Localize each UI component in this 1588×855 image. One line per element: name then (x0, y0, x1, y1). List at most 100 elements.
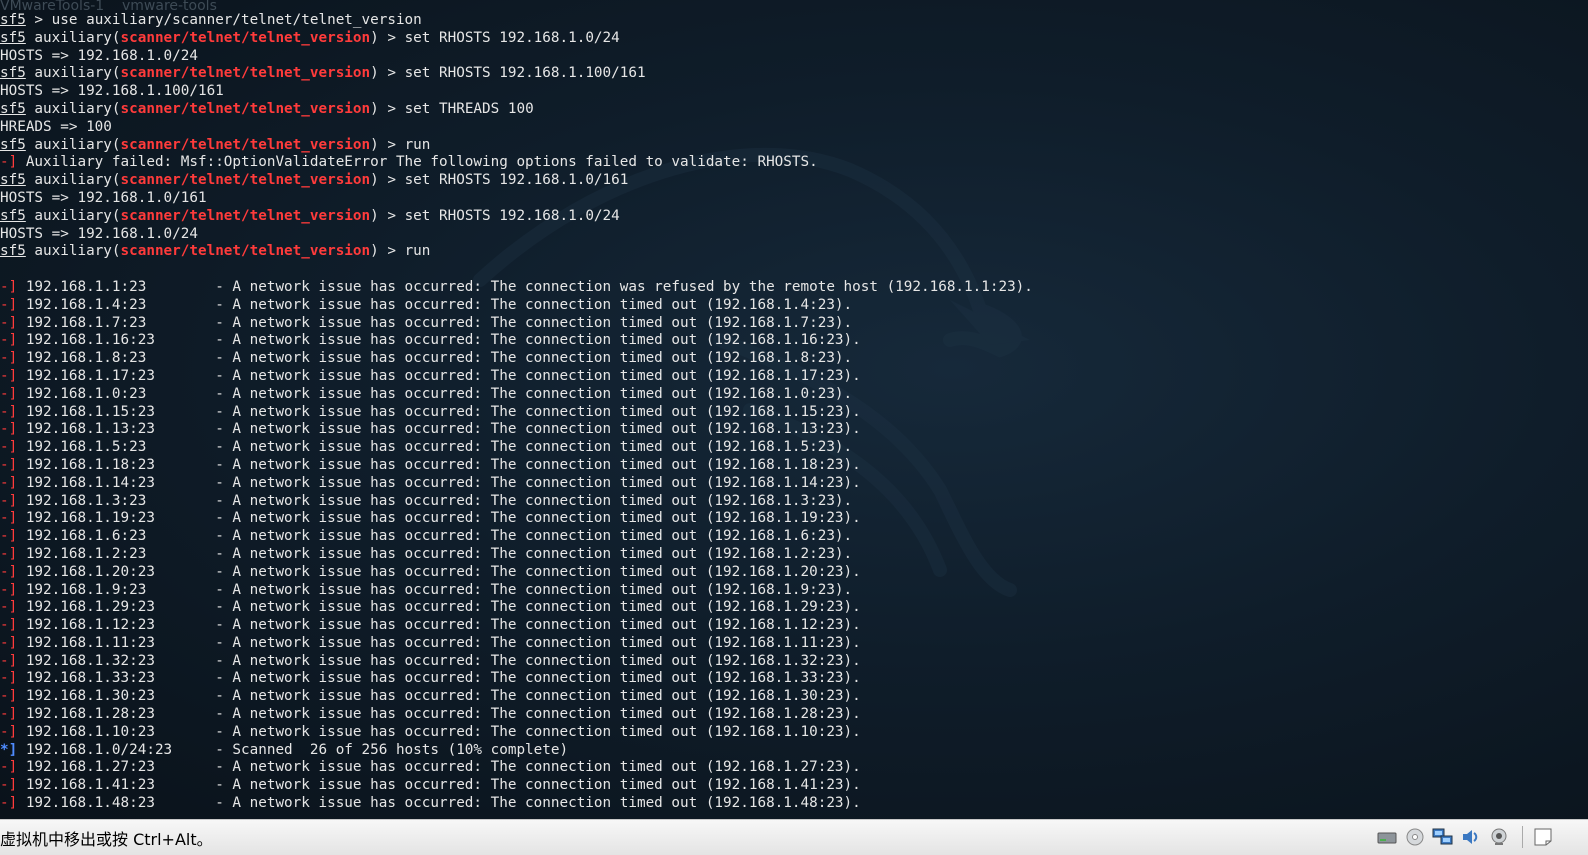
line-text: auxiliary( (25, 65, 121, 82)
prompt-prefix: sf5 (0, 243, 26, 260)
error-marker: -] (0, 670, 18, 687)
line-text: ) > run (370, 243, 431, 260)
terminal-line: -] 192.168.1.15:23 - A network issue has… (0, 404, 1033, 422)
terminal-line: -] 192.168.1.9:23 - A network issue has … (0, 582, 1033, 600)
line-text: 192.168.1.2:23 - A network issue has occ… (17, 545, 853, 562)
terminal-line: -] Auxiliary failed: Msf::OptionValidate… (0, 154, 1033, 172)
error-marker: -] (0, 777, 18, 794)
error-marker: -] (0, 367, 18, 384)
module-name: scanner/telnet/telnet_version (120, 136, 371, 153)
line-text: HOSTS => 192.168.1.0/161 (0, 189, 207, 206)
line-text: auxiliary( (25, 29, 121, 46)
vm-status-bar: 虚拟机中移出或按 Ctrl+Alt。 (0, 819, 1588, 855)
terminal-line: -] 192.168.1.32:23 - A network issue has… (0, 653, 1033, 671)
terminal-line: -] 192.168.1.14:23 - A network issue has… (0, 475, 1033, 493)
error-marker: -] (0, 492, 18, 509)
module-name: scanner/telnet/telnet_version (120, 207, 371, 224)
error-marker: -] (0, 474, 18, 491)
error-marker: -] (0, 528, 18, 545)
line-text: 192.168.1.11:23 - A network issue has oc… (17, 634, 861, 651)
line-text: HOSTS => 192.168.1.0/24 (0, 225, 198, 242)
error-marker: -] (0, 154, 18, 171)
line-text: 192.168.1.16:23 - A network issue has oc… (17, 332, 861, 349)
error-marker: -] (0, 350, 18, 367)
error-marker: -] (0, 617, 18, 634)
terminal-line: sf5 auxiliary(scanner/telnet/telnet_vers… (0, 172, 1033, 190)
line-text: 192.168.1.17:23 - A network issue has oc… (17, 367, 861, 384)
terminal-line: -] 192.168.1.28:23 - A network issue has… (0, 706, 1033, 724)
line-text: auxiliary( (25, 136, 121, 153)
error-marker: -] (0, 634, 18, 651)
prompt-prefix: sf5 (0, 136, 26, 153)
line-text: ) > set RHOSTS 192.168.1.0/24 (370, 207, 620, 224)
line-text: 192.168.1.48:23 - A network issue has oc… (17, 795, 861, 812)
terminal-line: -] 192.168.1.17:23 - A network issue has… (0, 368, 1033, 386)
line-text: 192.168.1.0/24:23 - Scanned 26 of 256 ho… (17, 741, 569, 758)
error-marker: -] (0, 581, 18, 598)
prompt-prefix: sf5 (0, 172, 26, 189)
hard-disk-icon[interactable] (1376, 827, 1398, 847)
error-marker: -] (0, 510, 18, 527)
terminal-line: sf5 auxiliary(scanner/telnet/telnet_vers… (0, 137, 1033, 155)
error-marker: -] (0, 652, 18, 669)
line-text: 192.168.1.1:23 - A network issue has occ… (17, 278, 1033, 295)
line-text: ) > set RHOSTS 192.168.1.0/24 (370, 29, 620, 46)
prompt-prefix: sf5 (0, 65, 26, 82)
terminal-line: sf5 auxiliary(scanner/telnet/telnet_vers… (0, 101, 1033, 119)
prompt-prefix: sf5 (0, 29, 26, 46)
terminal-line: -] 192.168.1.3:23 - A network issue has … (0, 493, 1033, 511)
line-text: HOSTS => 192.168.1.0/24 (0, 47, 198, 64)
terminal-line: -] 192.168.1.41:23 - A network issue has… (0, 777, 1033, 795)
sound-icon[interactable] (1460, 827, 1482, 847)
line-text: 192.168.1.28:23 - A network issue has oc… (17, 706, 861, 723)
error-marker: -] (0, 723, 18, 740)
terminal-line: -] 192.168.1.13:23 - A network issue has… (0, 421, 1033, 439)
line-text: 192.168.1.12:23 - A network issue has oc… (17, 617, 861, 634)
terminal-line: -] 192.168.1.30:23 - A network issue has… (0, 688, 1033, 706)
error-marker: -] (0, 403, 18, 420)
line-text: auxiliary( (25, 100, 121, 117)
terminal-line: HOSTS => 192.168.1.0/24 (0, 226, 1033, 244)
error-marker: -] (0, 385, 18, 402)
error-marker: -] (0, 421, 18, 438)
message-icon[interactable] (1532, 827, 1554, 847)
cd-rom-icon[interactable] (1404, 827, 1426, 847)
line-text: 192.168.1.15:23 - A network issue has oc… (17, 403, 861, 420)
terminal-line: -] 192.168.1.33:23 - A network issue has… (0, 670, 1033, 688)
terminal-line: -] 192.168.1.7:23 - A network issue has … (0, 315, 1033, 333)
webcam-icon[interactable] (1488, 827, 1510, 847)
terminal-line: -] 192.168.1.0:23 - A network issue has … (0, 386, 1033, 404)
module-name: scanner/telnet/telnet_version (120, 100, 371, 117)
line-text: 192.168.1.8:23 - A network issue has occ… (17, 350, 853, 367)
terminal-line: sf5 > use auxiliary/scanner/telnet/telne… (0, 12, 1033, 30)
error-marker: -] (0, 599, 18, 616)
line-text: 192.168.1.33:23 - A network issue has oc… (17, 670, 861, 687)
terminal-line: sf5 auxiliary(scanner/telnet/telnet_vers… (0, 208, 1033, 226)
line-text: 192.168.1.27:23 - A network issue has oc… (17, 759, 861, 776)
line-text: 192.168.1.0:23 - A network issue has occ… (17, 385, 853, 402)
prompt-prefix: sf5 (0, 100, 26, 117)
terminal-line: -] 192.168.1.18:23 - A network issue has… (0, 457, 1033, 475)
terminal-line: -] 192.168.1.29:23 - A network issue has… (0, 599, 1033, 617)
error-marker: -] (0, 456, 18, 473)
module-name: scanner/telnet/telnet_version (120, 172, 371, 189)
network-adapter-icon[interactable] (1432, 827, 1454, 847)
line-text: > use auxiliary/scanner/telnet/telnet_ve… (25, 12, 422, 28)
line-text: 192.168.1.41:23 - A network issue has oc… (17, 777, 861, 794)
module-name: scanner/telnet/telnet_version (120, 29, 371, 46)
terminal-line: HOSTS => 192.168.1.0/24 (0, 48, 1033, 66)
terminal-line: sf5 auxiliary(scanner/telnet/telnet_vers… (0, 243, 1033, 261)
terminal-window[interactable]: VMwareTools-1 vmware-tools sf5 > use aux… (0, 0, 1588, 819)
terminal-line: -] 192.168.1.48:23 - A network issue has… (0, 795, 1033, 813)
error-marker: -] (0, 563, 18, 580)
terminal-line: -] 192.168.1.10:23 - A network issue has… (0, 724, 1033, 742)
prompt-prefix: sf5 (0, 12, 26, 28)
terminal-line: -] 192.168.1.6:23 - A network issue has … (0, 528, 1033, 546)
line-text: Auxiliary failed: Msf::OptionValidateErr… (17, 154, 818, 171)
module-name: scanner/telnet/telnet_version (120, 65, 371, 82)
terminal-output: sf5 > use auxiliary/scanner/telnet/telne… (0, 12, 1033, 813)
line-text: HOSTS => 192.168.1.100/161 (0, 83, 224, 100)
terminal-line: -] 192.168.1.1:23 - A network issue has … (0, 279, 1033, 297)
line-text: ) > set RHOSTS 192.168.1.100/161 (370, 65, 646, 82)
terminal-line: -] 192.168.1.19:23 - A network issue has… (0, 510, 1033, 528)
